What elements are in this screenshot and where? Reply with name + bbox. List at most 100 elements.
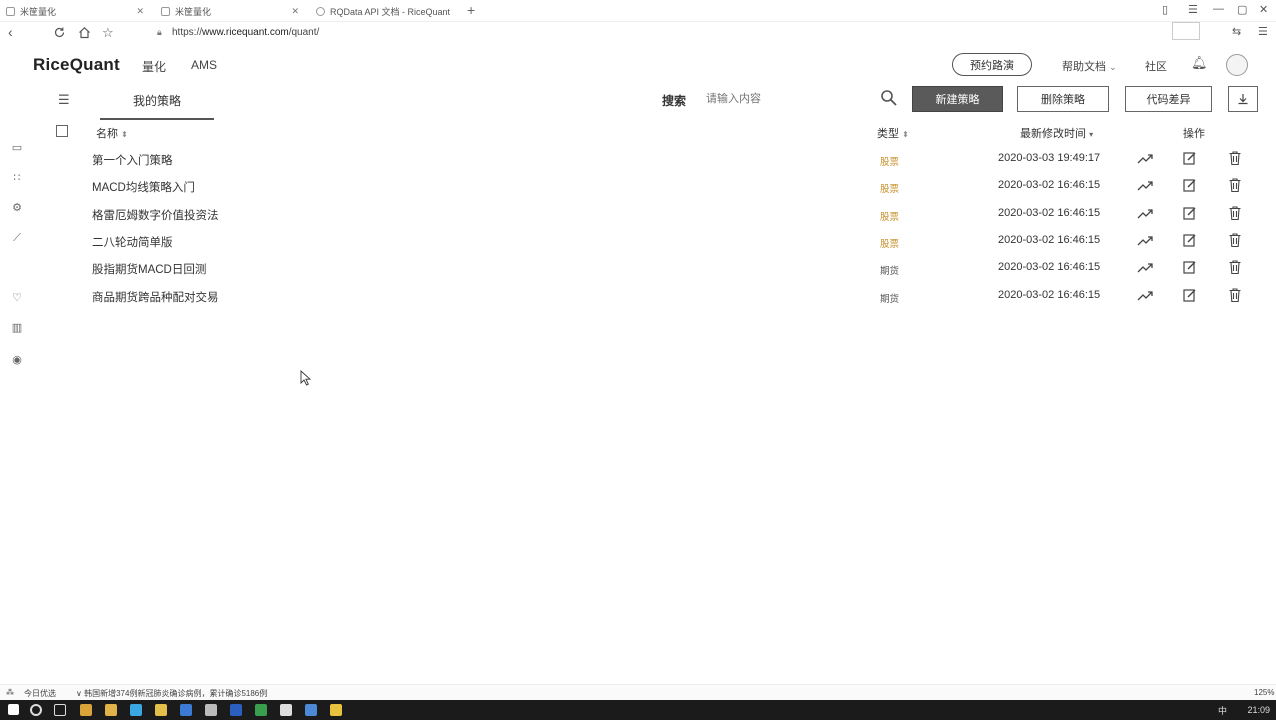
- table-row[interactable]: 格雷厄姆数字价值投资法 股票 2020-03-02 16:46:15: [0, 201, 1276, 228]
- backtest-trend-icon[interactable]: [1137, 205, 1153, 221]
- address-bar: ‹ ☆ 🔒︎ https://www.ricequant.com/quant/ …: [0, 22, 1276, 44]
- app-icon[interactable]: [280, 704, 292, 716]
- table-row[interactable]: 第一个入门策略 股票 2020-03-03 19:49:17: [0, 146, 1276, 173]
- folder-app-icon[interactable]: [105, 704, 117, 716]
- menu-icon[interactable]: ☰: [1258, 25, 1268, 38]
- strategy-type-tag: 股票: [880, 157, 900, 168]
- column-type[interactable]: 类型 ⬍: [877, 125, 909, 141]
- browser-tab-2[interactable]: 米筐量化 ✕: [155, 0, 305, 22]
- app-icon[interactable]: [130, 704, 142, 716]
- select-all-checkbox[interactable]: [56, 125, 68, 137]
- strategy-name-link[interactable]: MACD均线策略入门: [92, 179, 195, 195]
- edit-icon[interactable]: [1182, 177, 1198, 193]
- search-icon[interactable]: [880, 89, 898, 107]
- code-diff-button[interactable]: 代码差异: [1125, 86, 1212, 112]
- browser-tab-1[interactable]: 米筐量化 ✕: [0, 0, 150, 22]
- star-icon[interactable]: ☆: [102, 25, 114, 41]
- close-icon[interactable]: ✕: [291, 6, 299, 17]
- backtest-trend-icon[interactable]: [1137, 287, 1153, 303]
- status-today-pick[interactable]: 今日优选: [24, 688, 56, 699]
- help-docs-menu[interactable]: 帮助文档 ⌄: [1062, 58, 1117, 74]
- bar-chart-icon[interactable]: ▥: [10, 322, 24, 334]
- backtest-trend-icon[interactable]: [1137, 259, 1153, 275]
- app-icon[interactable]: [330, 704, 342, 716]
- url-field[interactable]: https://www.ricequant.com/quant/: [172, 27, 319, 38]
- maximize-icon[interactable]: ▢: [1237, 3, 1247, 16]
- strategy-name-link[interactable]: 格雷厄姆数字价值投资法: [92, 207, 219, 223]
- sort-desc-icon: ▾: [1089, 130, 1094, 139]
- windows-start-icon[interactable]: [8, 704, 19, 715]
- browser-app-icon[interactable]: [80, 704, 92, 716]
- backtest-trend-icon[interactable]: [1137, 177, 1153, 193]
- download-icon: [1238, 94, 1248, 105]
- backtest-trend-icon[interactable]: [1137, 232, 1153, 248]
- trash-icon[interactable]: [1227, 287, 1243, 303]
- roadshow-button[interactable]: 预约路演: [952, 53, 1032, 76]
- notification-bell-icon[interactable]: 🔔︎: [1191, 55, 1208, 71]
- backtest-trend-icon[interactable]: [1137, 150, 1153, 166]
- close-icon[interactable]: ✕: [136, 6, 144, 17]
- column-time[interactable]: 最新修改时间 ▾: [1020, 125, 1093, 141]
- url-scheme: https://: [172, 27, 203, 38]
- ime-indicator[interactable]: 中: [1218, 704, 1227, 717]
- app-icon[interactable]: [255, 704, 267, 716]
- edit-icon[interactable]: [1182, 150, 1198, 166]
- reload-icon[interactable]: [53, 26, 66, 39]
- avatar[interactable]: [1226, 54, 1248, 76]
- app-icon[interactable]: [305, 704, 317, 716]
- clock[interactable]: 21:09: [1247, 705, 1270, 715]
- delete-strategy-button[interactable]: 删除策略: [1017, 86, 1109, 112]
- column-name[interactable]: 名称 ⬍: [96, 125, 128, 141]
- edit-icon[interactable]: [1182, 259, 1198, 275]
- trash-icon[interactable]: [1227, 150, 1243, 166]
- trash-icon[interactable]: [1227, 259, 1243, 275]
- ricequant-logo[interactable]: RiceQuant: [33, 55, 120, 75]
- community-link[interactable]: 社区: [1145, 58, 1167, 74]
- status-left-icon[interactable]: ⁂: [6, 688, 14, 697]
- table-row[interactable]: 股指期货MACD日回测 期货 2020-03-02 16:46:15: [0, 255, 1276, 282]
- status-bar: ⁂ 今日优选 ∨ 韩国新增374例新冠肺炎确诊病例，累计确诊5186例 125%: [0, 684, 1276, 700]
- home-icon[interactable]: [78, 26, 91, 39]
- trash-icon[interactable]: [1227, 205, 1243, 221]
- tab-list-icon[interactable]: ☰: [1188, 3, 1198, 16]
- app-icon[interactable]: [155, 704, 167, 716]
- browser-tab-3[interactable]: RQData API 文档 - RiceQuant: [310, 0, 460, 22]
- edit-icon[interactable]: [1182, 232, 1198, 248]
- modified-time: 2020-03-02 16:46:15: [998, 288, 1101, 301]
- table-row[interactable]: MACD均线策略入门 股票 2020-03-02 16:46:15: [0, 173, 1276, 200]
- edit-icon[interactable]: [1182, 287, 1198, 303]
- nav-ams[interactable]: AMS: [191, 58, 217, 72]
- table-row[interactable]: 二八轮动简单版 股票 2020-03-02 16:46:15: [0, 228, 1276, 255]
- strategy-name-link[interactable]: 商品期货跨品种配对交易: [92, 289, 219, 305]
- close-window-icon[interactable]: ✕: [1259, 3, 1268, 16]
- download-button[interactable]: [1228, 86, 1258, 112]
- strategy-type-tag: 股票: [880, 211, 900, 223]
- search-input[interactable]: [706, 89, 866, 109]
- trash-icon[interactable]: [1227, 177, 1243, 193]
- nav-quant[interactable]: 量化: [142, 58, 166, 75]
- status-news-ticker[interactable]: ∨ 韩国新增374例新冠肺炎确诊病例，累计确诊5186例: [76, 688, 267, 699]
- minimize-icon[interactable]: —: [1213, 3, 1224, 15]
- zoom-level[interactable]: 125%: [1254, 688, 1274, 697]
- new-strategy-button[interactable]: 新建策略: [912, 86, 1003, 112]
- back-forward-icon[interactable]: ⇆: [1232, 25, 1241, 38]
- tab-my-strategies[interactable]: 我的策略: [100, 86, 214, 120]
- new-tab-button[interactable]: +: [467, 2, 475, 18]
- browser-menu-icon[interactable]: ▯: [1162, 3, 1168, 16]
- table-row[interactable]: 商品期货跨品种配对交易 期货 2020-03-02 16:46:15: [0, 283, 1276, 310]
- strategy-name-link[interactable]: 第一个入门策略: [92, 152, 173, 168]
- strategy-name-link[interactable]: 股指期货MACD日回测: [92, 261, 206, 277]
- play-circle-icon[interactable]: ◉: [10, 354, 24, 366]
- app-icon[interactable]: [230, 704, 242, 716]
- trash-icon[interactable]: [1227, 232, 1243, 248]
- back-icon[interactable]: ‹: [8, 24, 13, 40]
- modified-time: 2020-03-02 16:46:15: [998, 179, 1101, 192]
- strategy-name-link[interactable]: 二八轮动简单版: [92, 234, 173, 250]
- list-toggle-icon[interactable]: ☰: [58, 92, 70, 108]
- app-icon[interactable]: [180, 704, 192, 716]
- task-view-icon[interactable]: [54, 704, 66, 716]
- extension-icon[interactable]: [1172, 22, 1200, 40]
- app-icon[interactable]: [205, 704, 217, 716]
- edit-icon[interactable]: [1182, 205, 1198, 221]
- search-icon[interactable]: [30, 704, 42, 716]
